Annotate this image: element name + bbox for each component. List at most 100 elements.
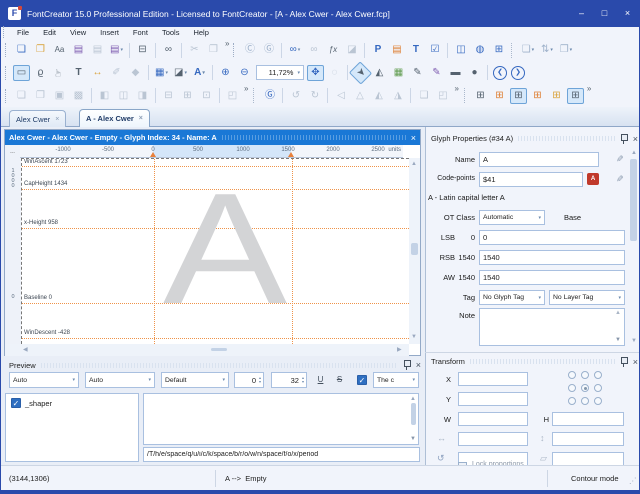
close-panel-icon[interactable]: ×: [633, 134, 638, 144]
preview-text-input[interactable]: [143, 447, 420, 462]
rsb-input[interactable]: [479, 250, 625, 265]
background-image-icon[interactable]: ▦: [153, 65, 170, 81]
note-textarea[interactable]: [479, 308, 625, 346]
grid-locked-icon[interactable]: ⊞: [548, 88, 565, 104]
menu-font[interactable]: Font: [126, 27, 155, 39]
glyph-canvas[interactable]: WinAscent 1723CapHeight 1434x-Height 958…: [21, 158, 409, 344]
lsb-marker[interactable]: [150, 152, 156, 157]
h-input[interactable]: [552, 412, 624, 426]
insert-glyphs-icon[interactable]: ❏: [519, 42, 536, 58]
editor-horizontal-scrollbar[interactable]: ◀ ▶: [5, 344, 409, 356]
y-input[interactable]: [458, 392, 528, 406]
glyph-tag-dropdown[interactable]: No Glyph Tag: [479, 290, 545, 305]
toolbar-grip[interactable]: [233, 43, 237, 57]
toolbar1-overflow[interactable]: »: [225, 39, 229, 48]
scale-height-input[interactable]: [552, 432, 624, 446]
maximize-button[interactable]: □: [593, 0, 616, 27]
scroll-down-icon[interactable]: ▼: [410, 436, 416, 442]
font-overview-icon[interactable]: Aa: [51, 42, 68, 58]
export-font-icon[interactable]: ❐: [557, 42, 574, 58]
note-scroll-up-icon[interactable]: ▲: [615, 310, 621, 316]
origin-radio[interactable]: [594, 371, 602, 379]
menu-edit[interactable]: Edit: [36, 27, 63, 39]
draw-ellipse-tool[interactable]: ●: [466, 65, 483, 81]
magic-wand-icon[interactable]: ✎: [613, 175, 624, 183]
panel-scroll-down-icon[interactable]: ▼: [631, 338, 637, 344]
feature-checkbox[interactable]: [11, 398, 21, 408]
glyph-edit-titlebar[interactable]: Alex Cwer - Alex Cwer - Empty - Glyph In…: [5, 130, 420, 145]
origin-radio[interactable]: [581, 371, 589, 379]
scroll-down-icon[interactable]: ▼: [411, 334, 417, 340]
edit-fields-icon[interactable]: ▤: [388, 42, 405, 58]
update-composites-icon[interactable]: Ⓖ: [261, 88, 278, 104]
ot-class-dropdown[interactable]: Automatic: [479, 210, 545, 225]
origin-radio[interactable]: [568, 397, 576, 405]
toolbar-grip[interactable]: [5, 89, 9, 103]
vertical-ruler[interactable]: 1000 0: [5, 158, 21, 344]
preview-features-dropdown[interactable]: Default: [161, 372, 229, 388]
browser-preview-icon[interactable]: ◍: [471, 42, 488, 58]
scroll-left-icon[interactable]: ◀: [23, 347, 28, 353]
zoom-in-icon[interactable]: ⊕: [217, 65, 234, 81]
tab-font-overview[interactable]: Alex Cwer ×: [9, 110, 66, 127]
pin-icon[interactable]: [620, 134, 628, 144]
save-icon[interactable]: ▤: [70, 42, 87, 58]
measure-tool[interactable]: ↔: [89, 65, 106, 81]
panel-scroll-thumb[interactable]: [630, 159, 637, 241]
text-tool[interactable]: T: [70, 65, 87, 81]
add-composite-link-icon[interactable]: ∞: [286, 42, 303, 58]
magic-wand-icon[interactable]: ✎: [613, 155, 624, 163]
preview-feature-list[interactable]: _shaper: [5, 393, 139, 462]
formula-icon[interactable]: ƒx: [324, 42, 341, 58]
new-font-icon[interactable]: ❏: [13, 42, 30, 58]
glyph-name-input[interactable]: [479, 152, 599, 167]
nav-forward-icon[interactable]: ❯: [511, 66, 525, 80]
unicode-block-icon[interactable]: A: [587, 173, 599, 185]
preview-language-dropdown[interactable]: Auto: [85, 372, 155, 388]
lasso-select-tool[interactable]: ϱ: [32, 65, 49, 81]
preview-sample-dropdown[interactable]: The c: [373, 372, 419, 388]
tab-close-icon[interactable]: ×: [139, 115, 143, 122]
editor-vertical-scrollbar[interactable]: ▲ ▼: [409, 158, 420, 344]
rect-select-tool[interactable]: ▭: [13, 65, 30, 81]
x-input[interactable]: [458, 372, 528, 386]
pointer-tool[interactable]: ➤: [349, 61, 372, 84]
tab-glyph-edit[interactable]: A - Alex Cwer ×: [79, 109, 150, 127]
toolbar3-overflow-b[interactable]: »: [454, 84, 458, 93]
origin-radio[interactable]: [581, 384, 589, 392]
toolbar3-overflow-c[interactable]: »: [587, 84, 591, 93]
quick-test-icon[interactable]: ⊞: [490, 42, 507, 58]
codepoints-input[interactable]: [479, 172, 583, 187]
glyph-shape-a[interactable]: A: [163, 161, 288, 337]
nav-back-icon[interactable]: ❮: [493, 66, 507, 80]
spinner-arrows-icon[interactable]: [259, 376, 261, 384]
validate-font-icon[interactable]: ☑: [426, 42, 443, 58]
resize-grip-icon[interactable]: ⋰: [629, 476, 637, 485]
grid-metrics-icon[interactable]: ⊞: [510, 88, 527, 104]
scroll-thumb[interactable]: [411, 243, 418, 255]
pin-icon[interactable]: [403, 360, 411, 370]
find-glyph-icon[interactable]: ∞: [160, 42, 177, 58]
font-properties-icon[interactable]: P: [369, 42, 386, 58]
scroll-up-icon[interactable]: ▲: [411, 161, 417, 167]
toolbar-grip[interactable]: [5, 66, 9, 80]
strikethrough-button[interactable]: S: [333, 373, 346, 387]
menu-grip[interactable]: [3, 26, 7, 40]
preview-live-checkbox[interactable]: [357, 375, 367, 385]
rename-glyph-icon[interactable]: T: [407, 42, 424, 58]
close-button[interactable]: ×: [616, 0, 639, 27]
panel-scroll-up-icon[interactable]: ▲: [631, 150, 637, 156]
grid-redo-icon[interactable]: ⊞: [529, 88, 546, 104]
zoom-fit-icon[interactable]: ✥: [307, 65, 324, 81]
draw-freehand-tool[interactable]: ✎: [428, 65, 445, 81]
scroll-up-icon[interactable]: ▲: [410, 396, 416, 402]
aw-input[interactable]: [479, 270, 625, 285]
glyph-overview-icon[interactable]: ◫: [452, 42, 469, 58]
save-as-icon[interactable]: ▤: [108, 42, 125, 58]
grid-comparison-icon[interactable]: ⊞: [472, 88, 489, 104]
contour-select-tool[interactable]: ◭: [371, 65, 388, 81]
menu-help[interactable]: Help: [186, 27, 215, 39]
preview-tracking-spinner[interactable]: 0: [234, 372, 264, 388]
scroll-thumb[interactable]: [211, 348, 227, 351]
toolbar-grip[interactable]: [5, 43, 9, 57]
